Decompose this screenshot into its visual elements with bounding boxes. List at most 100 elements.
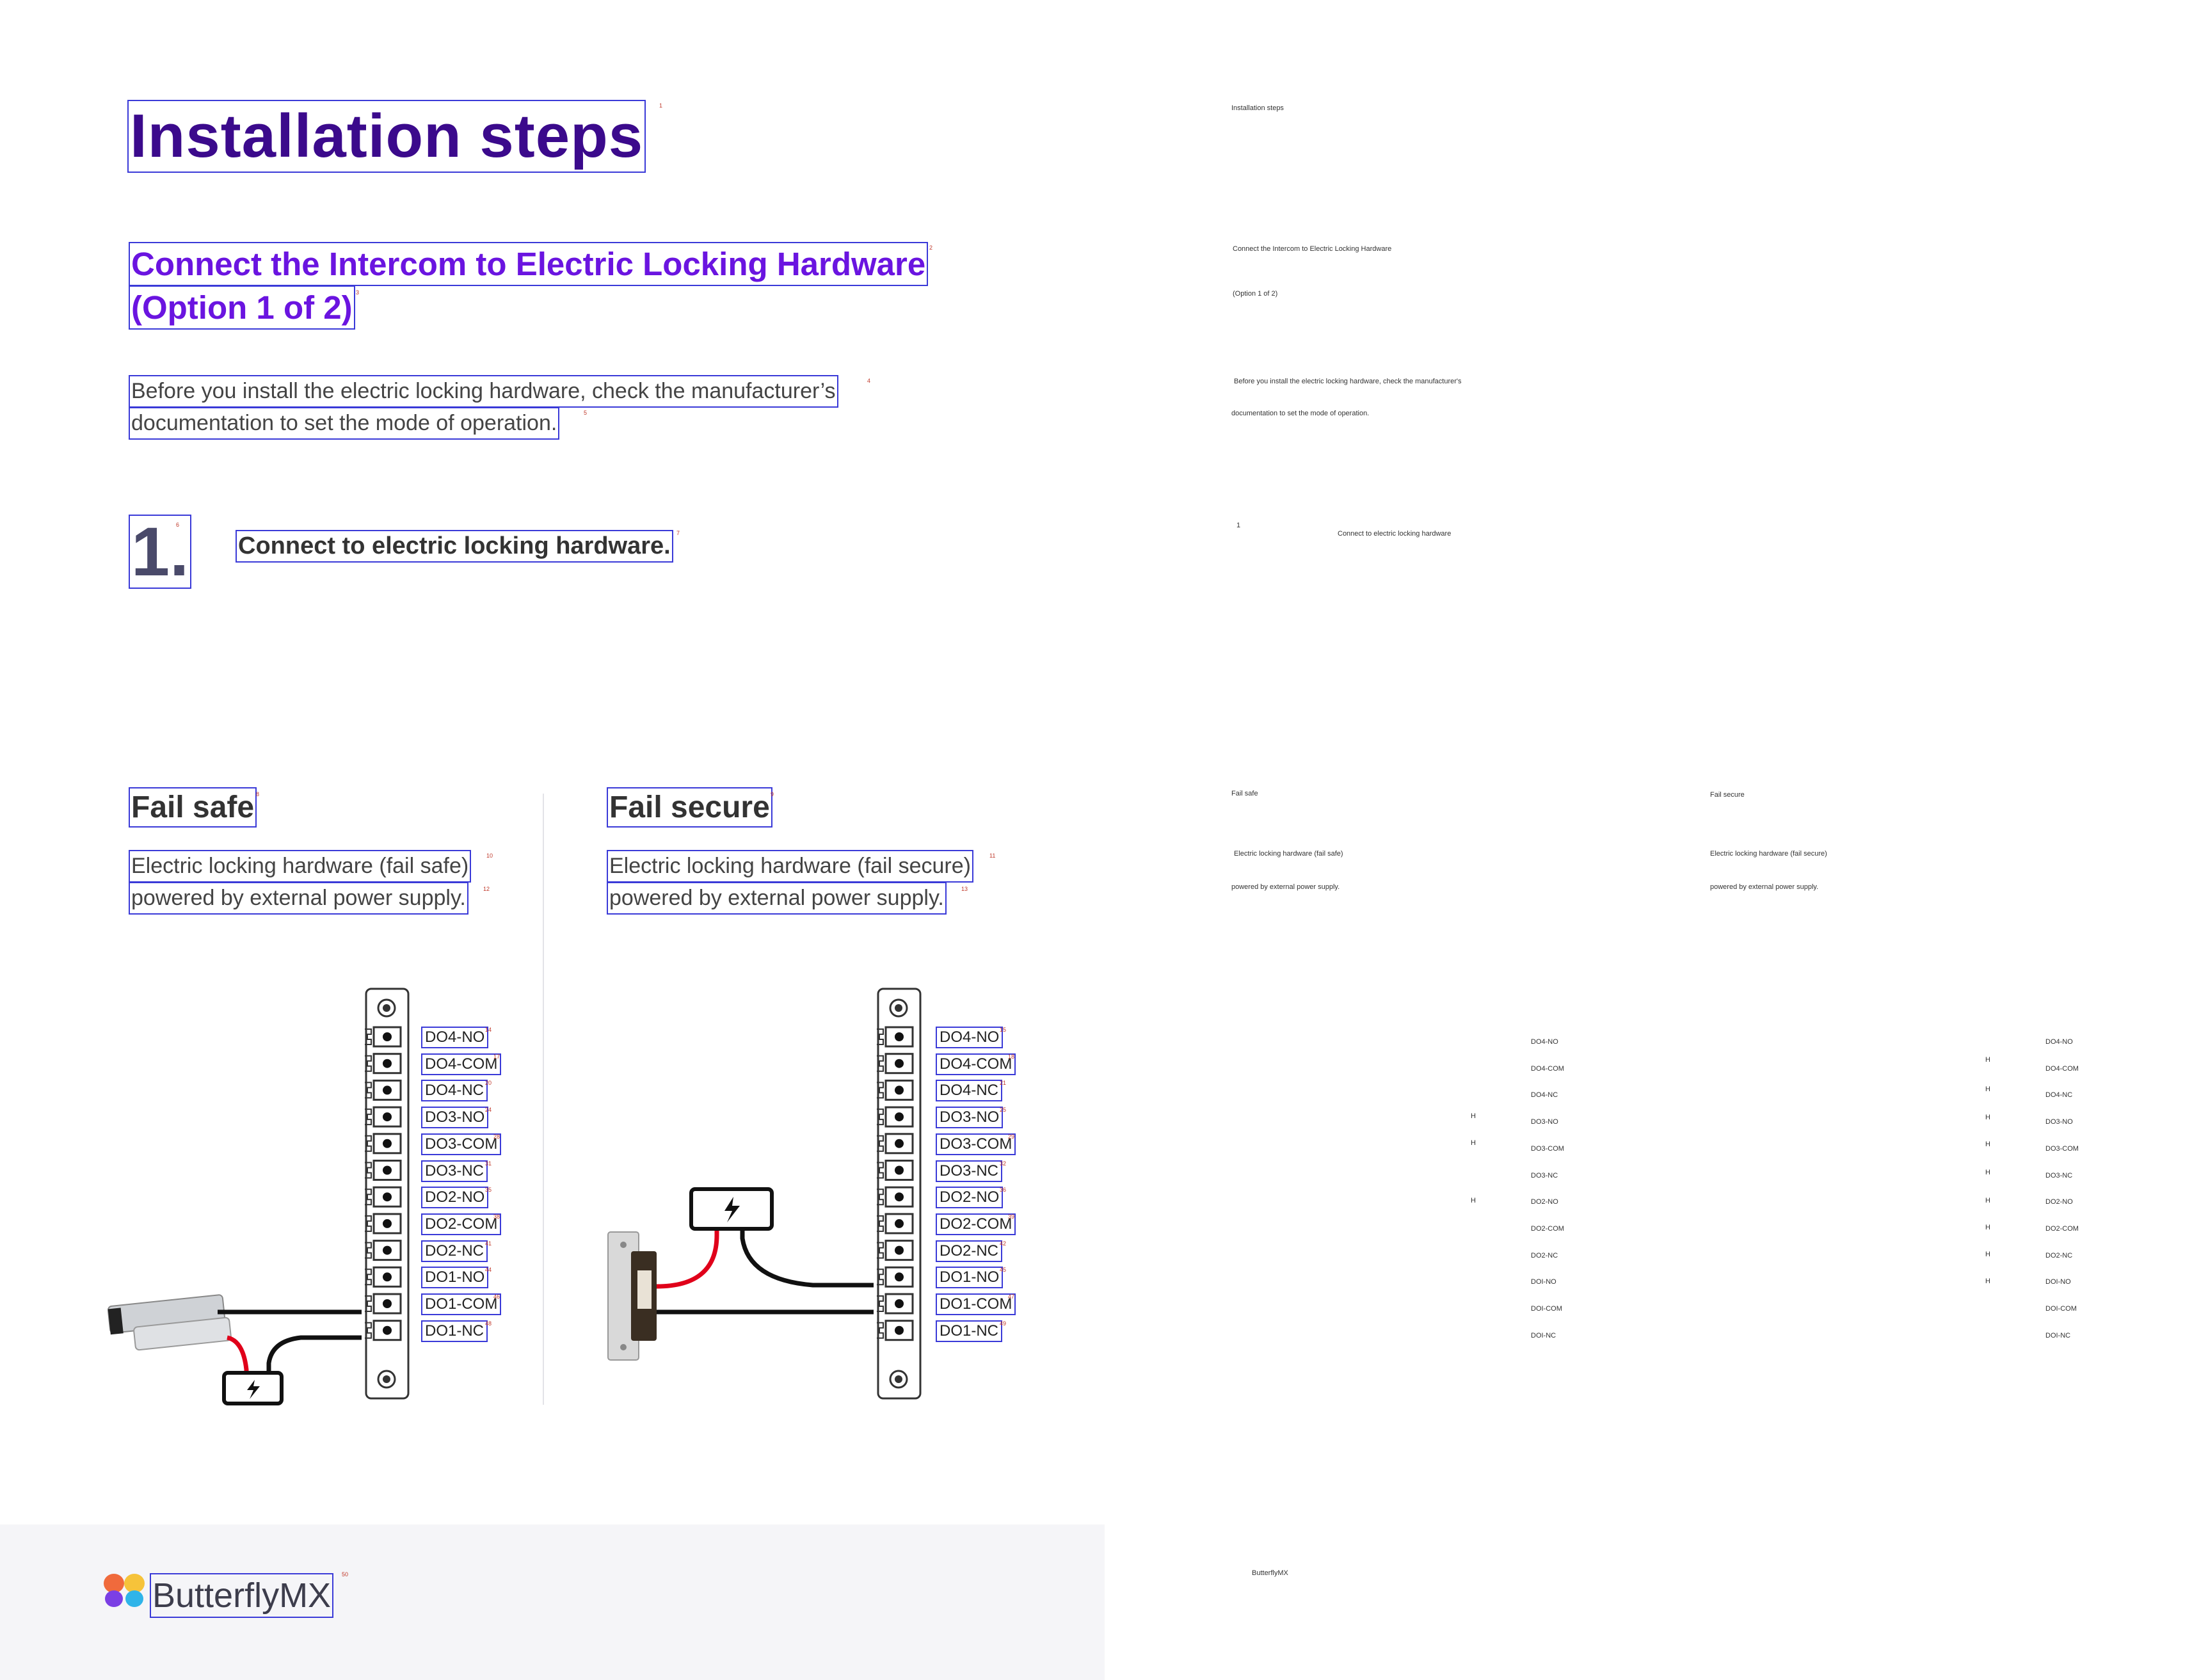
terminal-label: DO4-NC bbox=[420, 1080, 488, 1102]
terminal-label: DO2-NO bbox=[935, 1187, 1004, 1209]
annotation-number: 10 bbox=[486, 852, 493, 859]
terminal-label: DO3-COM bbox=[935, 1133, 1016, 1155]
annotation-number: 35 bbox=[485, 1187, 492, 1194]
annotation-number: 42 bbox=[1000, 1240, 1007, 1247]
mirror-fail-secure-desc-line2: powered by external power supply. bbox=[1710, 883, 1819, 891]
terminal-label: DO2-COM bbox=[420, 1213, 502, 1235]
annotation-number: 9 bbox=[771, 791, 774, 797]
terminal-screw bbox=[893, 1084, 905, 1096]
annotation-number: 31 bbox=[485, 1160, 492, 1167]
mirror-fail-safe-heading: Fail safe bbox=[1231, 790, 1258, 797]
terminal-screw bbox=[381, 1084, 393, 1096]
fail-secure-wiring-diagram bbox=[607, 988, 922, 1400]
terminal-screw bbox=[893, 1031, 905, 1043]
terminal-label: DO4-NO bbox=[420, 1027, 489, 1048]
annotation-number: 21 bbox=[1000, 1080, 1007, 1087]
mirror-terminal-label: DOI-NC bbox=[1531, 1331, 1556, 1340]
mirror-title: Installation steps bbox=[1231, 104, 1284, 112]
terminal-screw bbox=[381, 1298, 393, 1309]
terminal-label: DO2-COM bbox=[935, 1213, 1016, 1235]
page-title: Installation steps bbox=[127, 100, 646, 173]
annotation-number: 13 bbox=[961, 886, 968, 892]
terminal-screw bbox=[381, 1057, 393, 1069]
annotation-number: 46 bbox=[493, 1293, 500, 1300]
intro-text-line1: Before you install the electric locking … bbox=[129, 375, 838, 408]
terminal-label: DO2-NC bbox=[935, 1240, 1003, 1262]
fail-safe-desc-line2: powered by external power supply. bbox=[129, 882, 468, 915]
terminal-label: DO4-NC bbox=[935, 1080, 1003, 1102]
terminal-screw bbox=[381, 1111, 393, 1123]
terminal-screw bbox=[893, 1298, 905, 1309]
section-subtitle-line2: (Option 1 of 2) bbox=[129, 285, 355, 330]
mirror-step-number: 1 bbox=[1236, 522, 1241, 529]
annotation-number: 11 bbox=[989, 852, 996, 859]
terminal-screw bbox=[893, 1271, 905, 1283]
terminal-screw bbox=[893, 1137, 905, 1149]
terminal-screw bbox=[381, 1324, 393, 1336]
power-supply-icon bbox=[222, 1371, 284, 1405]
mirror-terminal-label: DOI-COM bbox=[2045, 1305, 2077, 1313]
terminal-label: DO1-NO bbox=[420, 1267, 489, 1289]
annotation-number: 17 bbox=[493, 1053, 500, 1060]
terminal-label: DO3-NO bbox=[935, 1107, 1004, 1129]
terminal-label: DO3-COM bbox=[420, 1133, 502, 1155]
mirror-terminal-label: DO2-NC bbox=[2045, 1251, 2073, 1260]
mirror-terminal-label: DO2-NO bbox=[2045, 1198, 2073, 1206]
annotation-number: 8 bbox=[256, 791, 260, 797]
mirror-marker: H bbox=[1471, 1139, 1476, 1147]
fail-secure-desc-line2: powered by external power supply. bbox=[607, 882, 947, 915]
mirror-terminal-label: DO3-NO bbox=[2045, 1118, 2073, 1126]
mirror-terminal-label: DO3-COM bbox=[2045, 1144, 2079, 1153]
mirror-marker: H bbox=[1985, 1140, 1990, 1148]
mirror-terminal-label: DO3-NC bbox=[2045, 1171, 2073, 1180]
annotation-number: 39 bbox=[1008, 1213, 1015, 1220]
terminal-screw bbox=[381, 1137, 393, 1149]
terminal-label: DO3-NO bbox=[420, 1107, 489, 1129]
terminal-screw bbox=[381, 1217, 393, 1229]
mirror-marker: H bbox=[1985, 1251, 1990, 1258]
terminal-label: DO4-COM bbox=[935, 1053, 1016, 1075]
annotation-number: 29 bbox=[1008, 1133, 1015, 1140]
terminal-screw bbox=[893, 1244, 905, 1256]
annotation-number: 45 bbox=[1000, 1267, 1007, 1274]
annotation-number: 50 bbox=[342, 1571, 349, 1578]
terminal-label: DO1-NC bbox=[420, 1320, 488, 1342]
annotation-number: 5 bbox=[584, 410, 588, 416]
mirror-marker: H bbox=[1985, 1197, 1990, 1204]
terminal-screw bbox=[381, 1164, 393, 1176]
mirror-terminal-label: DO3-COM bbox=[1531, 1144, 1564, 1153]
terminal-screw bbox=[381, 1244, 393, 1256]
mirror-subtitle-line1: Connect the Intercom to Electric Locking… bbox=[1233, 245, 1392, 253]
fail-safe-wiring-diagram bbox=[107, 988, 410, 1405]
annotation-number: 48 bbox=[485, 1320, 492, 1327]
section-subtitle-line1: Connect the Intercom to Electric Locking… bbox=[128, 241, 929, 287]
mirror-fail-secure-heading: Fail secure bbox=[1710, 791, 1745, 799]
mirror-terminal-label: DO4-NO bbox=[2045, 1038, 2073, 1046]
terminal-screw bbox=[893, 1057, 905, 1069]
terminal-label: DO3-NC bbox=[420, 1160, 488, 1182]
annotation-number: 6 bbox=[176, 522, 180, 528]
terminal-label: DO1-NO bbox=[935, 1267, 1004, 1289]
butterfly-logo-icon bbox=[104, 1574, 145, 1607]
fail-secure-heading: Fail secure bbox=[607, 787, 772, 828]
mirror-marker: H bbox=[1471, 1112, 1476, 1120]
mirror-terminal-label: DO2-COM bbox=[1531, 1224, 1564, 1233]
mirror-marker: H bbox=[1985, 1277, 1990, 1285]
annotation-number: 24 bbox=[485, 1107, 492, 1114]
mirror-terminal-label: DO4-NO bbox=[1531, 1038, 1558, 1046]
brand-wordmark: ButterflyMX bbox=[149, 1573, 334, 1618]
annotation-number: 18 bbox=[1008, 1053, 1015, 1060]
mirror-step-label: Connect to electric locking hardware bbox=[1338, 530, 1452, 538]
terminal-label: DO2-NO bbox=[420, 1187, 489, 1209]
fail-safe-desc-line1: Electric locking hardware (fail safe) bbox=[128, 850, 472, 883]
mirror-brand: ButterflyMX bbox=[1252, 1569, 1288, 1577]
door-strike-icon bbox=[607, 1231, 657, 1361]
terminal-screw bbox=[893, 1324, 905, 1336]
step-label: Connect to electric locking hardware. bbox=[236, 530, 673, 563]
mirror-fail-secure-desc-line1: Electric locking hardware (fail secure) bbox=[1710, 850, 1827, 858]
annotation-number: 47 bbox=[1008, 1293, 1015, 1300]
terminal-screw bbox=[381, 1191, 393, 1203]
annotation-number: 1 bbox=[659, 102, 663, 109]
annotation-number: 25 bbox=[1000, 1107, 1007, 1114]
mirror-marker: H bbox=[1471, 1197, 1476, 1204]
